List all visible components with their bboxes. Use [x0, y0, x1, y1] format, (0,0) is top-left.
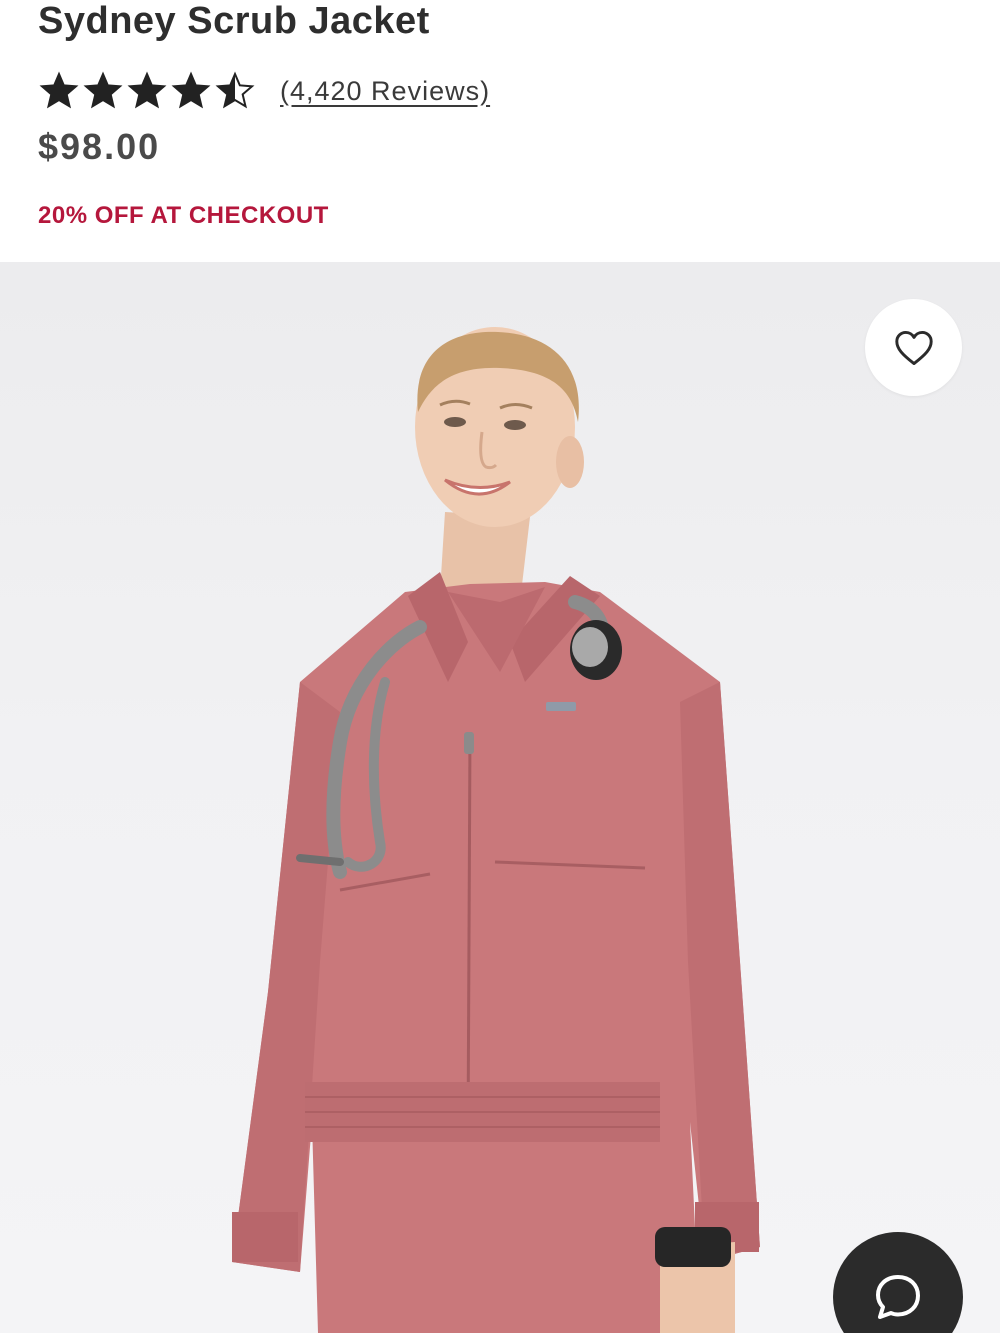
star-icon — [127, 71, 167, 109]
star-icon — [83, 71, 123, 109]
heart-outline-icon — [894, 330, 933, 365]
promo-text: 20% OFF AT CHECKOUT — [38, 202, 329, 229]
product-image[interactable] — [0, 262, 1000, 1333]
reviews-link[interactable]: (4,420 Reviews) — [280, 76, 490, 107]
favorite-button[interactable] — [865, 299, 962, 396]
star-icon — [215, 71, 255, 109]
star-icon — [39, 71, 79, 109]
product-title: Sydney Scrub Jacket — [38, 0, 430, 42]
star-icon — [171, 71, 211, 109]
star-rating — [38, 71, 256, 111]
chat-bubble-icon — [876, 1275, 920, 1319]
model-photo — [232, 327, 760, 1333]
product-price: $98.00 — [38, 126, 161, 167]
rating-row: (4,420 Reviews) — [38, 70, 490, 112]
